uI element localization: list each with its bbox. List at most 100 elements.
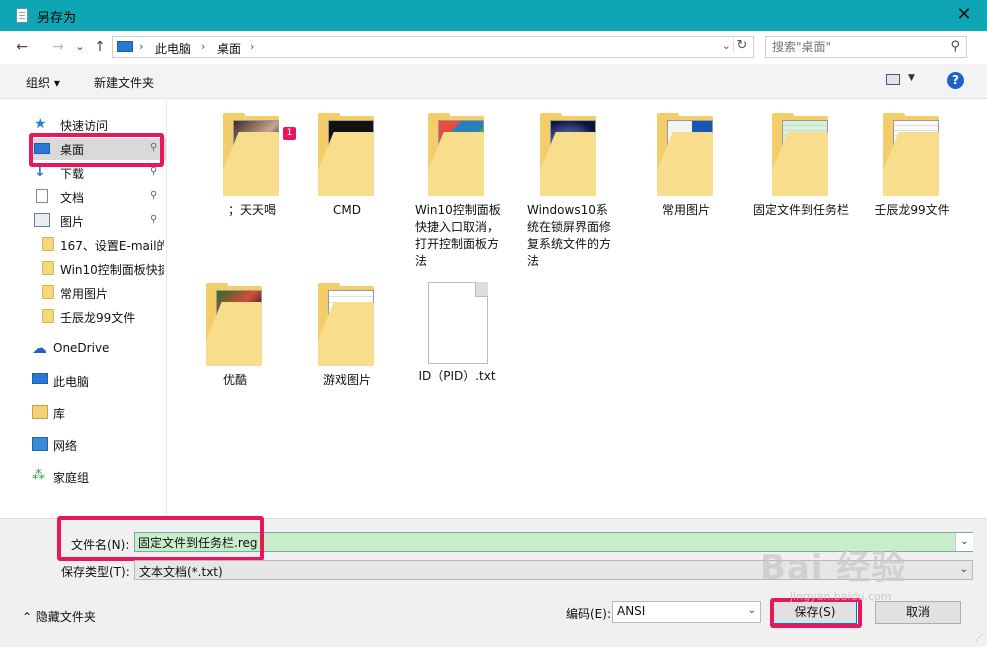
sidebar-item-pictures[interactable]: 图片 ⚲ xyxy=(30,210,166,232)
list-item[interactable]: 游戏图片 xyxy=(297,283,397,389)
sidebar-item-label: 网络 xyxy=(53,439,78,453)
save-as-dialog: 另存为 ✕ ← → ⌄ ↑ › 此电脑 › 桌面 › ⌄ ↻ ⚲ 组织 ▾ 新建… xyxy=(0,0,987,647)
organize-button[interactable]: 组织 ▾ xyxy=(26,74,60,91)
filetype-value: 文本文档(*.txt) xyxy=(139,565,223,579)
refresh-icon[interactable]: ↻ xyxy=(733,38,750,53)
folder-icon xyxy=(316,113,378,198)
folder-icon xyxy=(42,261,54,275)
sidebar-item-label: 家庭组 xyxy=(53,471,90,485)
view-options-dropdown-icon[interactable]: ▼ xyxy=(908,73,915,83)
sidebar-item-label: 167、设置E-mail的 xyxy=(60,239,164,253)
hide-folders-button[interactable]: ⌃ 隐藏文件夹 xyxy=(22,608,96,625)
star-icon: ★ xyxy=(34,116,47,132)
list-item[interactable]: 1 ；天天喝 xyxy=(202,113,302,219)
sidebar-item-label: 图片 xyxy=(60,215,85,229)
watermark-text: Bai 经验 xyxy=(760,548,907,588)
recent-locations-icon[interactable]: ⌄ xyxy=(72,40,88,53)
resize-grip-icon[interactable]: ⋰ xyxy=(975,633,983,642)
this-pc-icon xyxy=(117,41,133,52)
sidebar-item-documents[interactable]: 文档 ⚲ xyxy=(30,186,166,208)
sidebar-item-folder-win10-control-panel[interactable]: Win10控制面板快捷 xyxy=(30,258,166,280)
sidebar-item-label: 下载 xyxy=(60,167,85,181)
notepad-icon xyxy=(16,8,28,23)
folder-icon xyxy=(221,113,283,198)
file-name: 固定文件到任务栏 xyxy=(752,203,849,217)
desktop-highlight-box xyxy=(29,133,164,167)
sidebar-item-network[interactable]: 网络 xyxy=(28,434,164,456)
file-name: ；天天喝 xyxy=(227,203,276,217)
sidebar-item-label: 文档 xyxy=(60,191,85,205)
list-item[interactable]: Win10控制面板快捷入口取消，打开控制面板方法 xyxy=(407,113,507,270)
list-item[interactable]: 壬辰龙99文件 xyxy=(862,113,962,219)
file-name: CMD xyxy=(333,203,361,217)
breadcrumb-this-pc[interactable]: 此电脑 xyxy=(155,40,191,57)
search-box[interactable]: ⚲ xyxy=(765,36,967,58)
pin-icon: ⚲ xyxy=(150,166,158,177)
hide-folders-label: 隐藏文件夹 xyxy=(35,610,96,624)
encoding-value: ANSI xyxy=(617,604,646,618)
sidebar-item-label: 壬辰龙99文件 xyxy=(60,311,136,325)
breadcrumb-separator: › xyxy=(139,40,144,53)
sidebar-item-label: 常用图片 xyxy=(60,287,109,301)
folder-icon xyxy=(42,237,54,251)
breadcrumb-separator: › xyxy=(201,40,206,53)
network-icon xyxy=(32,437,48,451)
folder-icon xyxy=(42,285,54,299)
sidebar-item-onedrive[interactable]: ☁ OneDrive xyxy=(28,338,164,360)
filename-highlight-box xyxy=(57,516,264,561)
chevron-down-icon: ⌄ xyxy=(747,605,756,616)
up-arrow-icon[interactable]: ↑ xyxy=(92,39,108,55)
search-input[interactable] xyxy=(772,39,942,55)
forward-arrow-icon[interactable]: → xyxy=(50,39,66,55)
file-name: 游戏图片 xyxy=(322,373,371,387)
file-name: 常用图片 xyxy=(661,203,710,217)
sidebar-item-label: 快速访问 xyxy=(60,119,109,133)
file-name: 优酷 xyxy=(222,373,247,387)
file-name: Windows10系统在锁屏界面修复系统文件的方法 xyxy=(527,203,612,268)
address-dropdown-icon[interactable]: ⌄ xyxy=(722,39,731,52)
folder-icon xyxy=(204,283,266,368)
file-name: 壬辰龙99文件 xyxy=(874,203,950,217)
encoding-label: 编码(E): xyxy=(566,607,611,621)
list-item[interactable]: Windows10系统在锁屏界面修复系统文件的方法 xyxy=(519,113,619,270)
file-name: ID（PID）.txt xyxy=(418,369,496,383)
chevron-up-icon: ⌃ xyxy=(22,610,33,624)
pin-icon: ⚲ xyxy=(150,214,158,225)
sidebar-item-libraries[interactable]: 库 xyxy=(28,402,164,424)
command-toolbar: 组织 ▾ 新建文件夹 ▼ ? xyxy=(0,64,987,99)
list-item[interactable]: 固定文件到任务栏 xyxy=(751,113,851,219)
homegroup-icon: ⁂ xyxy=(32,468,45,483)
sidebar-item-this-pc[interactable]: 此电脑 xyxy=(28,370,164,392)
sidebar-item-label: 此电脑 xyxy=(53,375,90,389)
back-arrow-icon[interactable]: ← xyxy=(14,39,30,55)
list-item[interactable]: ID（PID）.txt xyxy=(407,282,507,385)
folder-icon xyxy=(538,113,600,198)
encoding-select[interactable]: ANSI ⌄ xyxy=(612,601,761,623)
sidebar-item-homegroup[interactable]: ⁂ 家庭组 xyxy=(28,466,164,488)
window-title: 另存为 xyxy=(37,11,77,26)
change-view-icon[interactable] xyxy=(886,74,900,85)
search-icon[interactable]: ⚲ xyxy=(950,39,960,54)
list-item[interactable]: 优酷 xyxy=(185,283,285,389)
new-folder-button[interactable]: 新建文件夹 xyxy=(94,74,154,91)
sidebar-item-folder-renchenlong[interactable]: 壬辰龙99文件 xyxy=(30,306,166,328)
sidebar-item-folder-common-pictures[interactable]: 常用图片 xyxy=(30,282,166,304)
pin-icon: ⚲ xyxy=(150,190,158,201)
close-button[interactable]: ✕ xyxy=(953,4,975,26)
watermark-sub: jingyan.baidu.com xyxy=(790,590,892,603)
baidu-jingyan-watermark: Bai 经验 jingyan.baidu.com xyxy=(760,540,980,610)
this-pc-icon xyxy=(32,373,48,384)
list-item[interactable]: CMD xyxy=(297,113,397,219)
text-file-icon xyxy=(426,282,488,364)
onedrive-icon: ☁ xyxy=(32,339,47,357)
folder-icon xyxy=(655,113,717,198)
folder-icon xyxy=(426,113,488,198)
sidebar-item-folder-email[interactable]: 167、设置E-mail的 xyxy=(30,234,166,256)
help-icon[interactable]: ? xyxy=(947,72,964,89)
address-bar[interactable]: › 此电脑 › 桌面 › ⌄ ↻ xyxy=(112,36,754,58)
file-list: 1 ；天天喝 CMD Win10控制面板快捷入口取消，打开控制面板方法 Wind… xyxy=(167,99,987,517)
list-item[interactable]: 常用图片 xyxy=(636,113,736,219)
file-name: Win10控制面板快捷入口取消，打开控制面板方法 xyxy=(415,203,501,268)
pictures-icon xyxy=(34,213,50,227)
breadcrumb-desktop[interactable]: 桌面 xyxy=(217,40,241,57)
